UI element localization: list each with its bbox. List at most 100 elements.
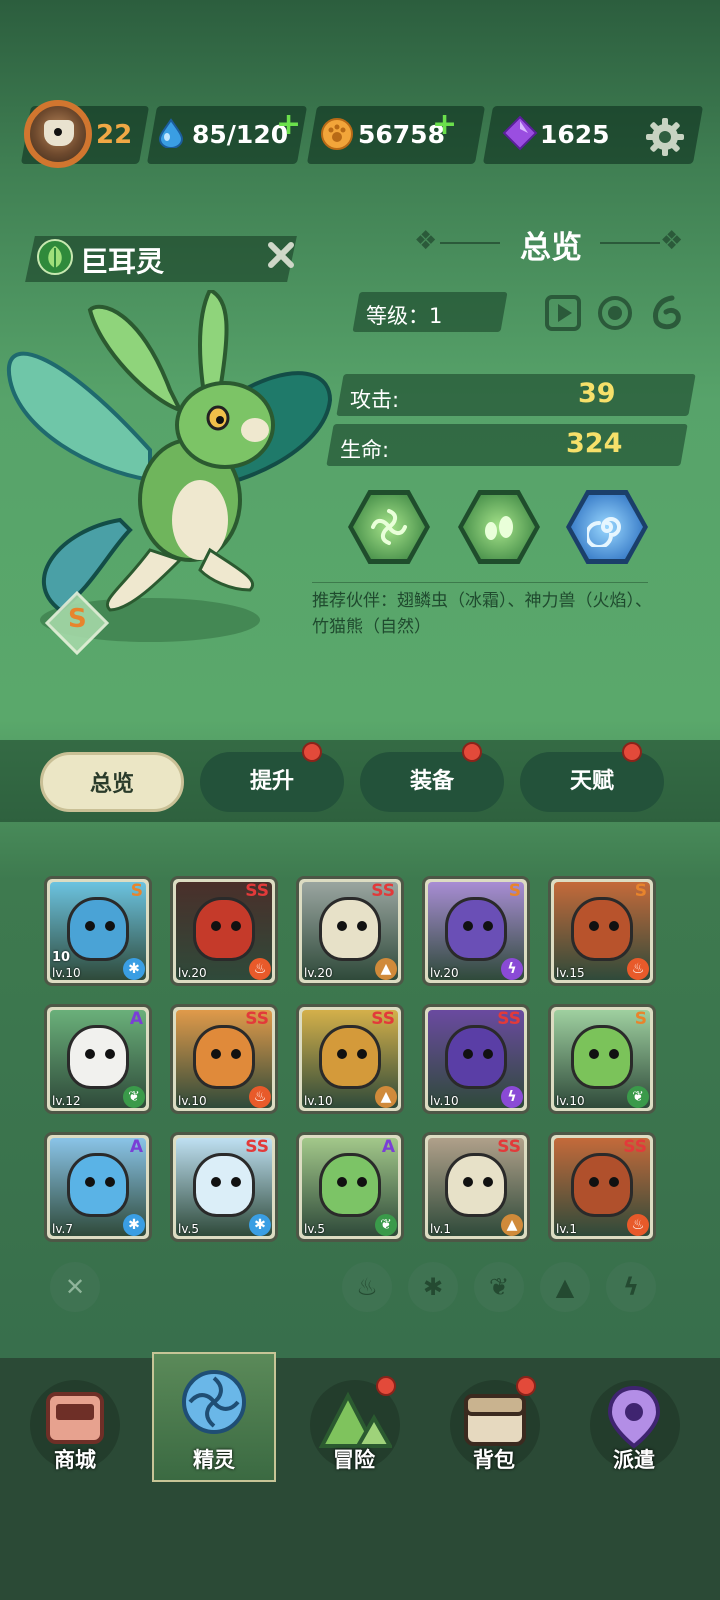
spirit-eye bbox=[105, 921, 115, 931]
tab-upgrade-badge bbox=[302, 742, 322, 762]
thunder-element-icon: ϟ bbox=[501, 1086, 523, 1108]
paw-coin-icon bbox=[321, 118, 353, 150]
spirit-card[interactable]: SS lv.10 ϟ bbox=[422, 1004, 530, 1114]
spirit-eye bbox=[589, 1049, 599, 1059]
spirit-card[interactable]: SS lv.1 ♨ bbox=[548, 1132, 656, 1242]
spirit-level: lv.10 bbox=[178, 1094, 207, 1108]
spirit-eye bbox=[463, 1049, 473, 1059]
spirit-level: lv.1 bbox=[556, 1222, 577, 1236]
fire-element-icon: ♨ bbox=[249, 958, 271, 980]
hp-label: 生命: bbox=[340, 438, 390, 462]
spirit-level: lv.10 bbox=[52, 966, 81, 980]
nav-shop-label: 商城 bbox=[54, 1448, 96, 1472]
spirit-card[interactable]: Alv.12 ❦ bbox=[44, 1004, 152, 1114]
tab-talent[interactable]: 天赋 bbox=[520, 752, 664, 812]
spirit-eye bbox=[483, 1177, 493, 1187]
filter-thunder-icon[interactable]: ϟ bbox=[606, 1262, 656, 1312]
gear-icon[interactable] bbox=[644, 116, 686, 158]
earth-element-icon: ▲ bbox=[375, 1086, 397, 1108]
spirit-eye bbox=[231, 921, 241, 931]
recommend-divider bbox=[312, 582, 648, 583]
spirit-eye bbox=[337, 921, 347, 931]
fire-element-icon: ♨ bbox=[627, 958, 649, 980]
spirit-card[interactable]: SS lv.5 ✱ bbox=[170, 1132, 278, 1242]
nav-backpack-label: 背包 bbox=[473, 1448, 515, 1472]
spirit-level: lv.1 bbox=[430, 1222, 451, 1236]
spirit-portrait bbox=[571, 1025, 633, 1089]
spirit-eye bbox=[85, 1177, 95, 1187]
title-deco-left bbox=[440, 242, 500, 244]
spirit-level: lv.5 bbox=[178, 1222, 199, 1236]
avatar-eye bbox=[54, 128, 62, 136]
add-coins-button[interactable]: + bbox=[432, 110, 457, 140]
spirit-portrait bbox=[319, 1025, 381, 1089]
tab-overview[interactable]: 总览 bbox=[40, 752, 184, 812]
spirit-level: lv.20 bbox=[304, 966, 333, 980]
spirit-portrait bbox=[445, 897, 507, 961]
spirit-eye bbox=[609, 1177, 619, 1187]
player-avatar[interactable] bbox=[24, 100, 92, 168]
spirit-card[interactable]: Slv.15 ♨ bbox=[548, 876, 656, 986]
shop-icon bbox=[46, 1392, 104, 1444]
tab-equipment[interactable]: 装备 bbox=[360, 752, 504, 812]
filter-clear-icon[interactable]: ✕ bbox=[50, 1262, 100, 1312]
spirit-card[interactable]: S 10 lv.10 ✱ bbox=[44, 876, 152, 986]
spirit-card[interactable]: SS lv.10 ▲ bbox=[296, 1004, 404, 1114]
spirit-card[interactable]: SS lv.10 ♨ bbox=[170, 1004, 278, 1114]
swirl-icon[interactable] bbox=[648, 294, 686, 332]
nature-element-icon: ❦ bbox=[123, 1086, 145, 1108]
spirit-card[interactable]: SS lv.20 ♨ bbox=[170, 876, 278, 986]
ring-icon[interactable] bbox=[596, 294, 634, 332]
wind-vortex-icon bbox=[371, 509, 407, 545]
overview-title: 总览 bbox=[520, 230, 582, 266]
thunder-element-icon: ϟ bbox=[501, 958, 523, 980]
add-stamina-button[interactable]: + bbox=[276, 110, 301, 140]
spirit-portrait bbox=[67, 1153, 129, 1217]
spirit-card[interactable]: SS lv.1 ▲ bbox=[422, 1132, 530, 1242]
spirit-rank: SS bbox=[245, 1137, 269, 1157]
spirit-eye bbox=[483, 921, 493, 931]
tab-talent-badge bbox=[622, 742, 642, 762]
play-square-icon[interactable] bbox=[544, 294, 582, 332]
dispatch-icon bbox=[607, 1385, 661, 1449]
gems-value: 1625 bbox=[540, 120, 610, 149]
nav-dispatch-label: 派遣 bbox=[613, 1448, 655, 1472]
spirit-portrait bbox=[193, 1025, 255, 1089]
filter-earth-icon[interactable]: ▲ bbox=[540, 1262, 590, 1312]
spirit-card[interactable]: Slv.20 ϟ bbox=[422, 876, 530, 986]
spirit-eye bbox=[231, 1049, 241, 1059]
nav-adventure-label: 冒险 bbox=[333, 1448, 375, 1472]
nav-spirit-label: 精灵 bbox=[193, 1448, 235, 1472]
spirit-card[interactable]: Slv.10 ❦ bbox=[548, 1004, 656, 1114]
spirit-card[interactable]: SS lv.20 ▲ bbox=[296, 876, 404, 986]
spirit-card[interactable]: Alv.5 ❦ bbox=[296, 1132, 404, 1242]
spirit-rank: S bbox=[634, 1009, 647, 1029]
filter-fire-icon[interactable]: ♨ bbox=[342, 1262, 392, 1312]
stamina-value: 85/120 bbox=[192, 120, 289, 149]
spirit-eye bbox=[357, 921, 367, 931]
spirit-portrait bbox=[67, 1025, 129, 1089]
spirit-card[interactable]: Alv.7 ✱ bbox=[44, 1132, 152, 1242]
nav-backpack-badge bbox=[516, 1376, 536, 1396]
spirit-rank: SS bbox=[245, 881, 269, 901]
spirit-level: lv.20 bbox=[430, 966, 459, 980]
spirit-icon[interactable] bbox=[180, 1368, 248, 1436]
spirit-eye bbox=[609, 921, 619, 931]
tab-upgrade[interactable]: 提升 bbox=[200, 752, 344, 812]
spirit-level: lv.10 bbox=[430, 1094, 459, 1108]
spirit-portrait bbox=[571, 897, 633, 961]
ice-element-icon: ✱ bbox=[249, 1214, 271, 1236]
water-vortex-icon bbox=[587, 517, 621, 547]
filter-nature-icon[interactable]: ❦ bbox=[474, 1262, 524, 1312]
close-icon[interactable] bbox=[266, 240, 296, 270]
spirit-portrait bbox=[193, 1153, 255, 1217]
fire-element-icon: ♨ bbox=[249, 1086, 271, 1108]
ice-element-icon: ✱ bbox=[123, 958, 145, 980]
title-deco-left-ornament: ❖ bbox=[414, 226, 438, 256]
spirit-rank: SS bbox=[245, 1009, 269, 1029]
backpack-icon bbox=[464, 1394, 526, 1446]
spirit-eye bbox=[211, 1049, 221, 1059]
recommend-text: 推荐伙伴：翅鳞虫（冰霜）、神力兽（火焰）、竹猫熊（自然） bbox=[312, 591, 652, 637]
earth-element-icon: ▲ bbox=[501, 1214, 523, 1236]
filter-ice-icon[interactable]: ✱ bbox=[408, 1262, 458, 1312]
